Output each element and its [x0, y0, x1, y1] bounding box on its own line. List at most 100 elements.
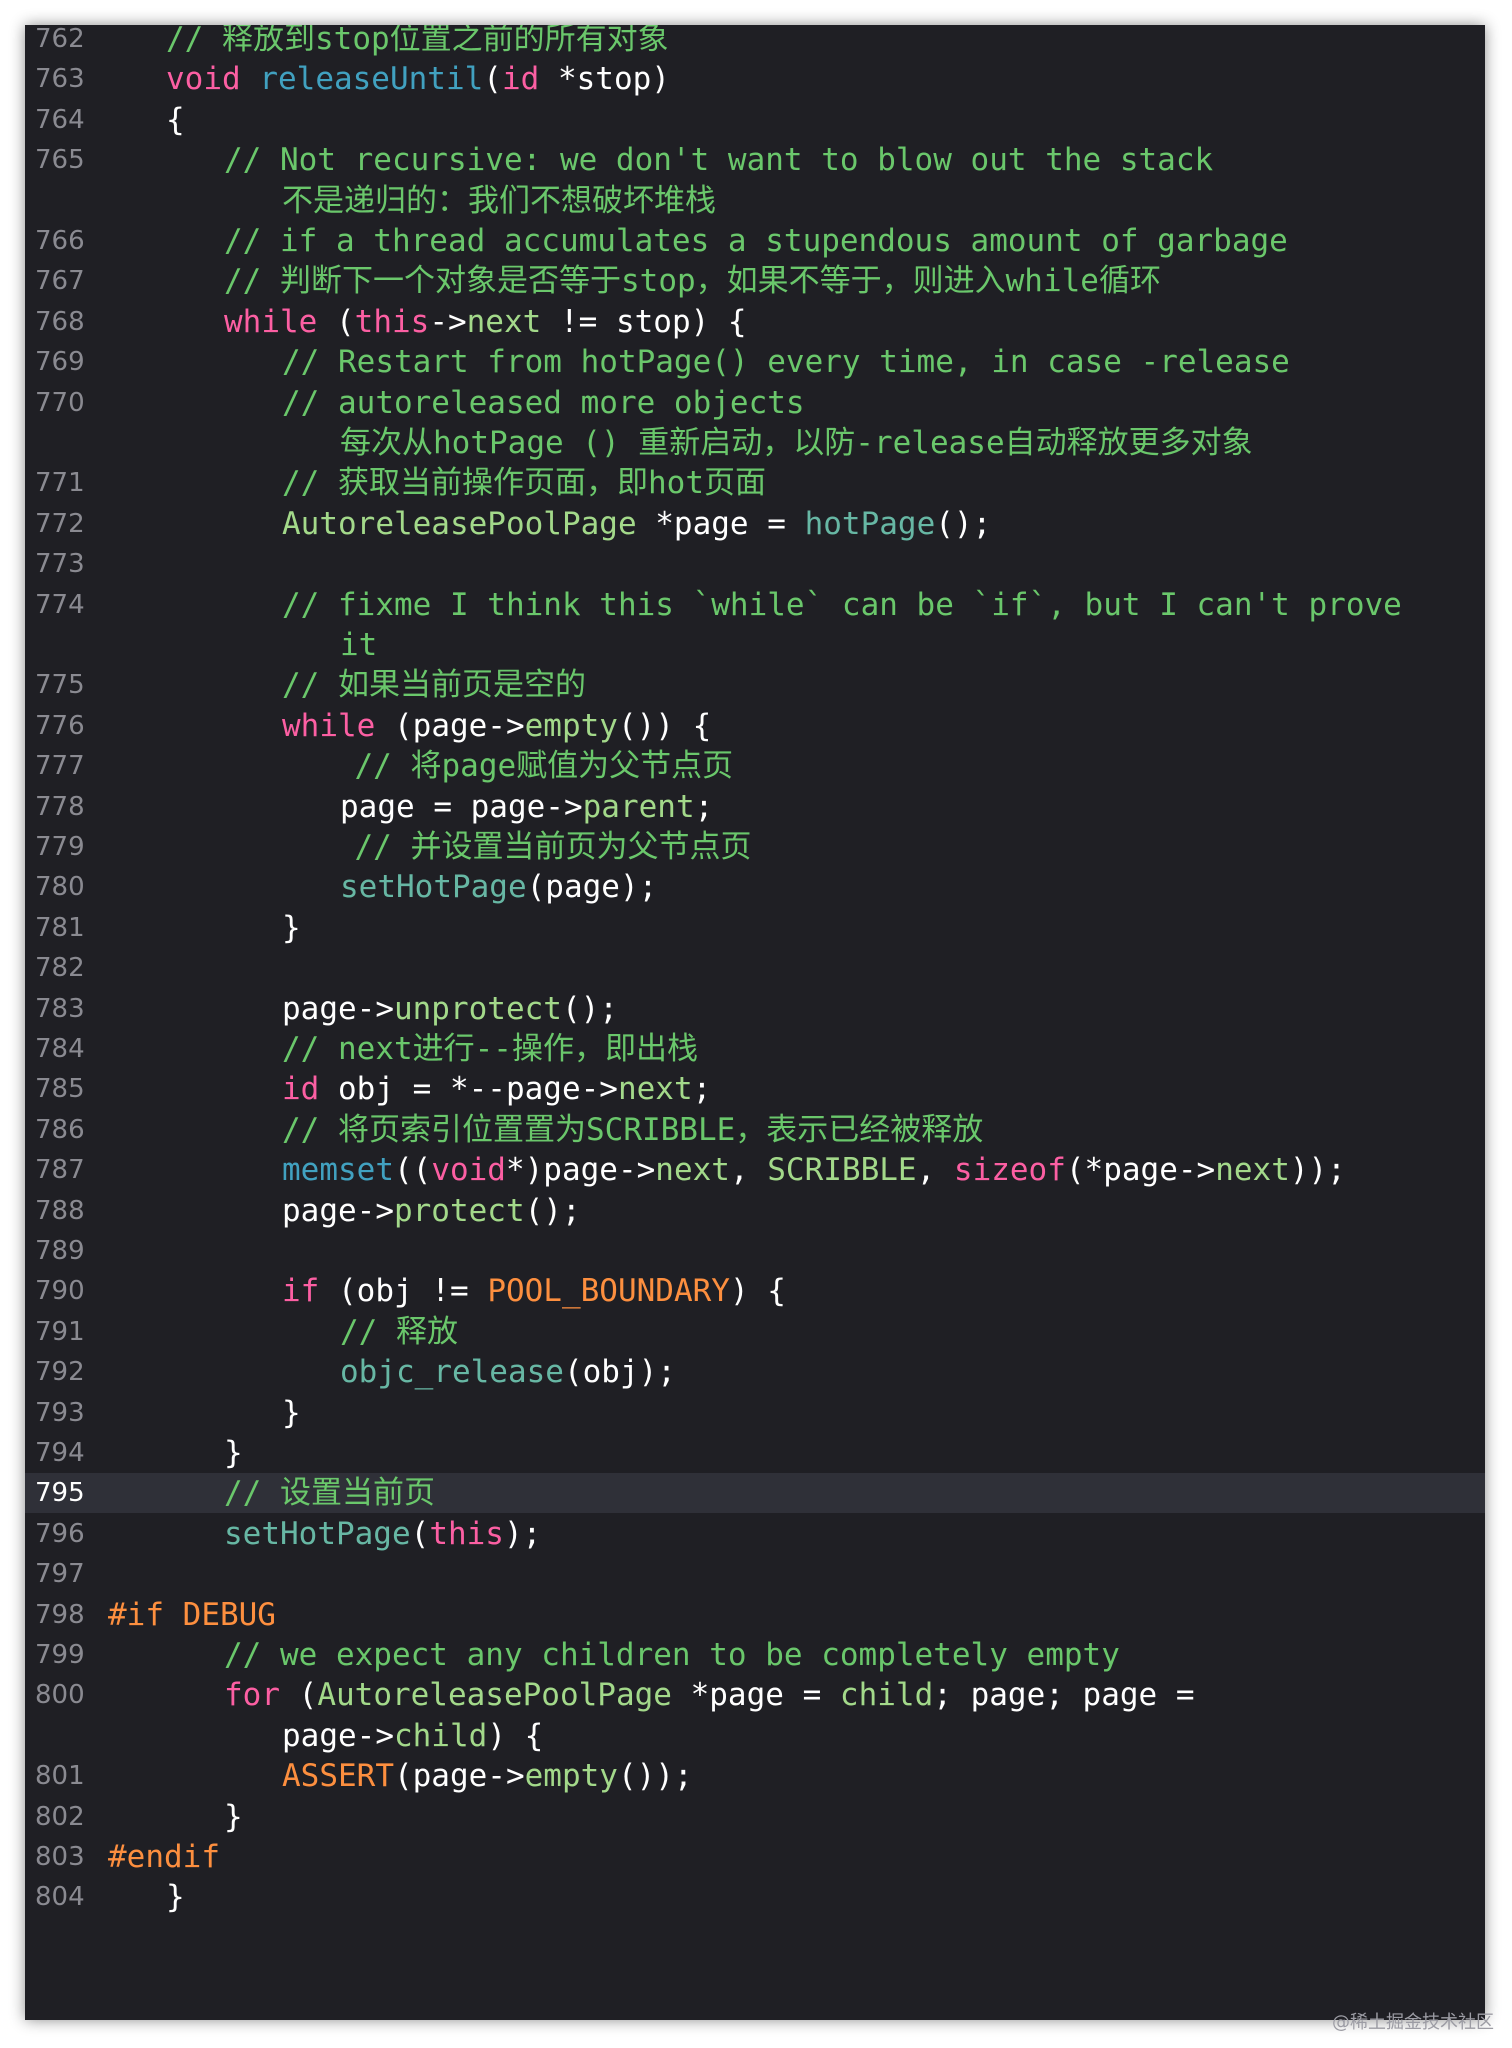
code-token: ( [317, 303, 355, 340]
line-number: 772 [35, 508, 85, 539]
code-token: ; [694, 788, 714, 825]
code-token: (); [561, 990, 618, 1027]
line-number: 803 [35, 1842, 85, 1872]
line-code: memset((void*)page->next, SCRIBBLE, size… [282, 1150, 1346, 1190]
code-token: // 将page赋值为父节点页 [354, 748, 734, 785]
line-number: 780 [35, 872, 85, 903]
line-code: // next进行--操作，即出栈 [282, 1029, 698, 1069]
code-line-763[interactable]: 763 void releaseUntil(id *stop) [25, 59, 1485, 99]
code-line-790[interactable]: 790 if (obj != POOL_BOUNDARY) { [25, 1271, 1485, 1311]
code-line-797[interactable]: 797 [25, 1554, 1485, 1594]
line-number: 774 [35, 589, 85, 620]
code-line-771[interactable]: 771 // 获取当前操作页面，即hot页面 [25, 463, 1485, 503]
code-line-804[interactable]: 804} [25, 1877, 1485, 1917]
code-line-wrap[interactable]: 不是递归的：我们不想破坏堆栈 [25, 181, 1485, 221]
code-line-wrap[interactable]: it [25, 625, 1485, 665]
code-line-768[interactable]: 768 while (this->next != stop) { [25, 302, 1485, 342]
code-line-762[interactable]: 762 // 释放到stop位置之前的所有对象 [25, 25, 1485, 59]
code-line-789[interactable]: 789 [25, 1231, 1485, 1271]
line-code: #endif [108, 1837, 220, 1877]
code-token: (obj); [563, 1354, 676, 1391]
code-line-793[interactable]: 793} [25, 1393, 1485, 1433]
code-token: next [1215, 1152, 1290, 1189]
code-line-803[interactable]: 803 #endif [25, 1837, 1485, 1877]
code-line-wrap[interactable]: page->child) { [25, 1716, 1485, 1756]
code-token: *)page-> [505, 1152, 656, 1189]
code-line-801[interactable]: 801 ASSERT(page->empty()); [25, 1756, 1485, 1796]
line-number: 796 [35, 1518, 85, 1549]
line-number: 787 [35, 1155, 85, 1186]
code-line-786[interactable]: 786 // 将页索引位置置为SCRIBBLE，表示已经被释放 [25, 1110, 1485, 1150]
code-line-773[interactable]: 773 [25, 544, 1485, 584]
code-line-765[interactable]: 765 // Not recursive: we don't want to bl… [25, 140, 1485, 180]
code-line-791[interactable]: 791 // 释放 [25, 1312, 1485, 1352]
code-line-775[interactable]: 775 // 如果当前页是空的 [25, 665, 1485, 705]
code-token: // fixme I think this `while` can be `if… [282, 586, 1402, 623]
code-token: page-> [282, 990, 394, 1027]
line-code: objc_release(obj); [340, 1352, 676, 1392]
code-token: if [282, 1273, 320, 1310]
line-number: 763 [35, 64, 85, 95]
line-code: // 判断下一个对象是否等于stop，如果不等于，则进入while循环 [224, 261, 1161, 301]
code-line-785[interactable]: 785 id obj = *--page->next; [25, 1069, 1485, 1109]
code-line-774[interactable]: 774 // fixme I think this `while` can be … [25, 585, 1485, 625]
line-number: 799 [35, 1640, 85, 1670]
code-line-784[interactable]: 784 // next进行--操作，即出栈 [25, 1029, 1485, 1069]
code-line-764[interactable]: 764 { [25, 100, 1485, 140]
line-code: // 释放 [340, 1312, 458, 1352]
code-token: child [393, 1717, 488, 1754]
code-token: objc_release [340, 1354, 564, 1391]
code-line-780[interactable]: 780 setHotPage(page); [25, 867, 1485, 907]
code-line-798[interactable]: 798 #if DEBUG [25, 1595, 1485, 1635]
line-code: // 并设置当前页为父节点页 [355, 827, 752, 867]
code-token: next [617, 1071, 693, 1108]
code-token: ASSERT [282, 1758, 394, 1795]
code-line-766[interactable]: 766 // if a thread accumulates a stupendo… [25, 221, 1485, 261]
code-token: protect [393, 1192, 525, 1229]
code-token: // we expect any children to be complete… [224, 1637, 1120, 1673]
code-line-794[interactable]: 794} [25, 1433, 1485, 1473]
line-number: 783 [35, 993, 85, 1024]
code-token: } [282, 909, 301, 946]
code-line-781[interactable]: 781} [25, 908, 1485, 948]
code-line-770[interactable]: 770 // autoreleased more objects [25, 383, 1485, 423]
code-token: ) { [729, 1273, 786, 1310]
code-token: , [729, 1152, 768, 1189]
code-line-782[interactable]: 782 [25, 948, 1485, 988]
code-token: // 设置当前页 [224, 1475, 435, 1512]
code-line-792[interactable]: 792 objc_release(obj); [25, 1352, 1485, 1392]
line-code: // 设置当前页 [224, 1473, 435, 1513]
code-line-802[interactable]: 802} [25, 1797, 1485, 1837]
code-line-795[interactable]: 795 // 设置当前页 [25, 1473, 1485, 1514]
code-line-796[interactable]: 796 setHotPage(this); [25, 1514, 1485, 1554]
line-code: for (AutoreleasePoolPage *page = child; … [224, 1675, 1195, 1715]
line-code: page = page->parent; [340, 787, 713, 827]
code-line-777[interactable]: 777 // 将page赋值为父节点页 [25, 746, 1485, 786]
code-line-778[interactable]: 778 page = page->parent; [25, 787, 1485, 827]
code-line-776[interactable]: 776 while (page->empty()) { [25, 706, 1485, 746]
line-number: 801 [35, 1761, 85, 1792]
line-code: page->unprotect(); [282, 989, 618, 1029]
code-token: // 获取当前操作页面，即hot页面 [282, 465, 766, 502]
line-number: 788 [35, 1195, 85, 1226]
code-line-788[interactable]: 788 page->protect(); [25, 1191, 1485, 1231]
code-line-779[interactable]: 779 // 并设置当前页为父节点页 [25, 827, 1485, 867]
code-line-769[interactable]: 769 // Restart from hotPage() every time,… [25, 342, 1485, 382]
code-token: page-> [282, 1192, 394, 1229]
code-token: // autoreleased more objects [282, 384, 805, 421]
code-token: empty [524, 707, 618, 744]
code-token: *page = [671, 1677, 840, 1714]
code-token: (page); [526, 869, 658, 906]
code-token: ( [410, 1515, 430, 1552]
line-number: 773 [35, 549, 85, 580]
code-line-767[interactable]: 767 // 判断下一个对象是否等于stop，如果不等于，则进入while循环 [25, 261, 1485, 301]
code-line-783[interactable]: 783 page->unprotect(); [25, 989, 1485, 1029]
code-line-wrap[interactable]: 每次从hotPage () 重新启动，以防-release自动释放更多对象 [25, 423, 1485, 463]
code-line-800[interactable]: 800 for (AutoreleasePoolPage *page = chil… [25, 1675, 1485, 1715]
code-line-799[interactable]: 799 // we expect any children to be compl… [25, 1635, 1485, 1675]
code-line-772[interactable]: 772 AutoreleasePoolPage *page = hotPage()… [25, 504, 1485, 544]
line-number: 790 [35, 1276, 85, 1307]
code-editor[interactable]: 762 // 释放到stop位置之前的所有对象 763 void releaseUnt… [25, 25, 1485, 2020]
code-token: // 如果当前页是空的 [282, 667, 586, 704]
code-line-787[interactable]: 787 memset((void*)page->next, SCRIBBLE, s… [25, 1150, 1485, 1190]
